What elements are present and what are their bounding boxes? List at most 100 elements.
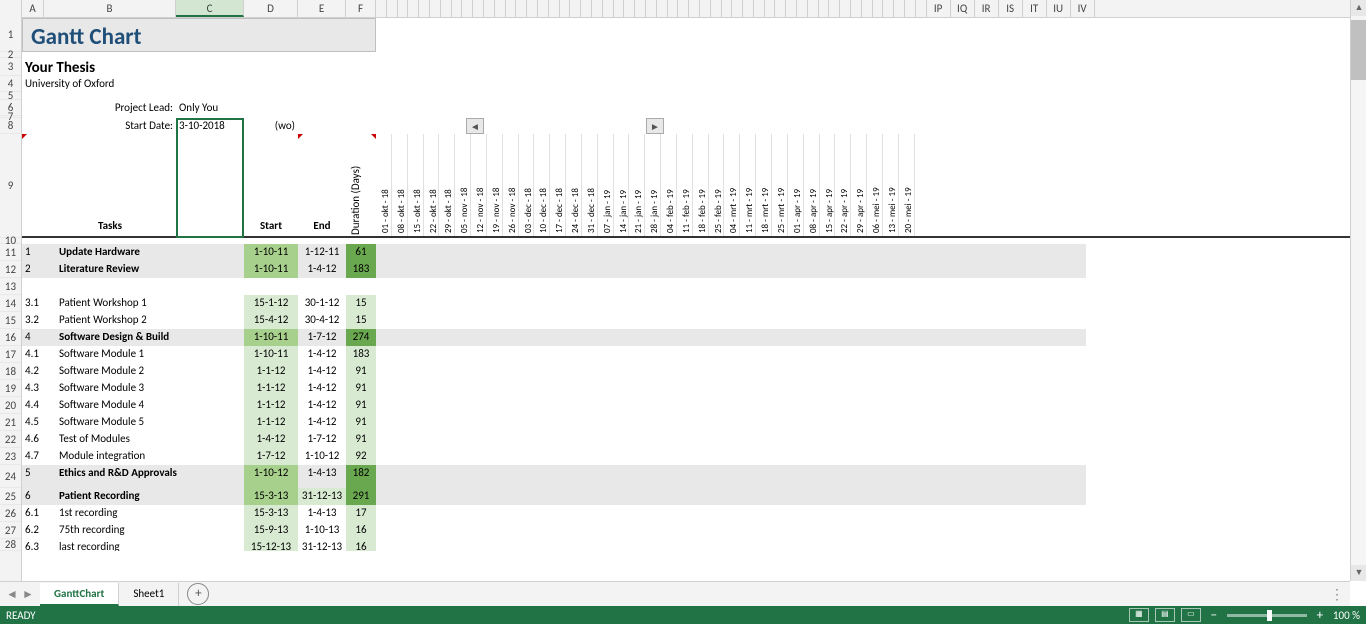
row-header-15[interactable]: 15 — [0, 312, 21, 329]
sheet-tab-sheet1[interactable]: Sheet1 — [119, 583, 179, 606]
sheet-tab-ganttchart[interactable]: GanttChart — [40, 583, 119, 606]
col-header-narrow[interactable] — [376, 0, 387, 17]
col-header-narrow[interactable] — [657, 0, 668, 17]
col-header-narrow[interactable] — [473, 0, 484, 17]
row-header-19[interactable]: 19 — [0, 380, 21, 397]
scroll-down-icon[interactable]: ▼ — [1351, 565, 1366, 581]
col-header-narrow[interactable] — [570, 0, 581, 17]
col-header-narrow[interactable] — [614, 0, 625, 17]
tab-split-handle[interactable]: ⋮ — [1330, 586, 1344, 603]
col-header-narrow[interactable] — [527, 0, 538, 17]
col-header-narrow[interactable] — [398, 0, 409, 17]
row-header-8[interactable]: 8 — [0, 118, 21, 134]
row-header-26[interactable]: 26 — [0, 505, 21, 522]
row-header-5[interactable]: 5 — [0, 92, 21, 100]
col-header-narrow[interactable] — [754, 0, 765, 17]
scroll-up-icon[interactable]: ▲ — [1351, 0, 1366, 16]
scroll-thumb[interactable] — [1351, 20, 1366, 80]
col-header-narrow[interactable] — [678, 0, 689, 17]
col-header-narrow[interactable] — [722, 0, 733, 17]
col-header-narrow[interactable] — [732, 0, 743, 17]
col-header-IV[interactable]: IV — [1071, 0, 1095, 17]
col-header-narrow[interactable] — [668, 0, 679, 17]
row-header-24[interactable]: 24 — [0, 465, 21, 488]
row-header-13[interactable]: 13 — [0, 278, 21, 295]
col-header-narrow[interactable] — [635, 0, 646, 17]
col-header-narrow[interactable] — [603, 0, 614, 17]
view-page-break-icon[interactable]: ▭ — [1181, 608, 1201, 622]
row-header-25[interactable]: 25 — [0, 488, 21, 505]
add-sheet-button[interactable]: + — [187, 583, 209, 605]
col-header-narrow[interactable] — [700, 0, 711, 17]
col-header-narrow[interactable] — [419, 0, 430, 17]
row-header-12[interactable]: 12 — [0, 261, 21, 278]
col-header-narrow[interactable] — [797, 0, 808, 17]
col-header-narrow[interactable] — [484, 0, 495, 17]
col-header-narrow[interactable] — [452, 0, 463, 17]
col-header-F[interactable]: F — [346, 0, 376, 17]
row-header-11[interactable]: 11 — [0, 244, 21, 261]
col-header-IS[interactable]: IS — [999, 0, 1023, 17]
cell-grid[interactable]: Gantt ChartYour ThesisUniversity of Oxfo… — [22, 18, 1350, 581]
col-header-narrow[interactable] — [549, 0, 560, 17]
row-header-27[interactable]: 27 — [0, 522, 21, 539]
col-header-narrow[interactable] — [765, 0, 776, 17]
row-header-16[interactable]: 16 — [0, 329, 21, 346]
col-header-narrow[interactable] — [560, 0, 571, 17]
col-header-A[interactable]: A — [22, 0, 44, 17]
col-header-narrow[interactable] — [711, 0, 722, 17]
row-header-22[interactable]: 22 — [0, 431, 21, 448]
vertical-scrollbar[interactable]: ▲ ▼ — [1350, 0, 1366, 581]
scroll-dates-right-button[interactable]: ► — [646, 118, 664, 134]
scroll-dates-left-button[interactable]: ◄ — [466, 118, 484, 134]
col-header-E[interactable]: E — [298, 0, 346, 17]
col-header-narrow[interactable] — [808, 0, 819, 17]
zoom-out-button[interactable]: − — [1207, 608, 1221, 623]
row-header-14[interactable]: 14 — [0, 295, 21, 312]
row-header-18[interactable]: 18 — [0, 363, 21, 380]
col-header-B[interactable]: B — [44, 0, 176, 17]
col-header-narrow[interactable] — [851, 0, 862, 17]
col-header-IQ[interactable]: IQ — [951, 0, 975, 17]
col-header-narrow[interactable] — [862, 0, 873, 17]
zoom-in-button[interactable]: + — [1313, 608, 1327, 623]
col-header-C[interactable]: C — [176, 0, 244, 17]
col-header-D[interactable]: D — [244, 0, 298, 17]
row-header-9[interactable]: 9 — [0, 134, 21, 238]
col-header-narrow[interactable] — [743, 0, 754, 17]
col-header-narrow[interactable] — [624, 0, 635, 17]
row-header-17[interactable]: 17 — [0, 346, 21, 363]
col-header-narrow[interactable] — [916, 0, 927, 17]
col-header-narrow[interactable] — [775, 0, 786, 17]
col-header-narrow[interactable] — [538, 0, 549, 17]
col-header-narrow[interactable] — [462, 0, 473, 17]
zoom-slider[interactable] — [1227, 614, 1307, 617]
col-header-narrow[interactable] — [840, 0, 851, 17]
tab-nav-next-icon[interactable]: ► — [22, 587, 34, 602]
zoom-level[interactable]: 100 % — [1333, 609, 1360, 622]
row-header-1[interactable]: 1 — [0, 18, 21, 52]
col-header-narrow[interactable] — [516, 0, 527, 17]
col-header-narrow[interactable] — [894, 0, 905, 17]
col-header-IP[interactable]: IP — [927, 0, 951, 17]
col-header-narrow[interactable] — [689, 0, 700, 17]
col-header-narrow[interactable] — [408, 0, 419, 17]
select-all-corner[interactable] — [0, 0, 22, 18]
row-header-21[interactable]: 21 — [0, 414, 21, 431]
tab-nav-prev-icon[interactable]: ◄ — [6, 587, 18, 602]
col-header-narrow[interactable] — [646, 0, 657, 17]
col-header-narrow[interactable] — [883, 0, 894, 17]
col-header-narrow[interactable] — [905, 0, 916, 17]
col-header-narrow[interactable] — [441, 0, 452, 17]
col-header-narrow[interactable] — [819, 0, 830, 17]
col-header-IR[interactable]: IR — [975, 0, 999, 17]
col-header-narrow[interactable] — [506, 0, 517, 17]
col-header-narrow[interactable] — [387, 0, 398, 17]
col-header-narrow[interactable] — [592, 0, 603, 17]
col-header-IT[interactable]: IT — [1023, 0, 1047, 17]
row-header-20[interactable]: 20 — [0, 397, 21, 414]
col-header-IU[interactable]: IU — [1047, 0, 1071, 17]
col-header-narrow[interactable] — [829, 0, 840, 17]
view-page-layout-icon[interactable]: ▤ — [1155, 608, 1175, 622]
col-header-narrow[interactable] — [786, 0, 797, 17]
